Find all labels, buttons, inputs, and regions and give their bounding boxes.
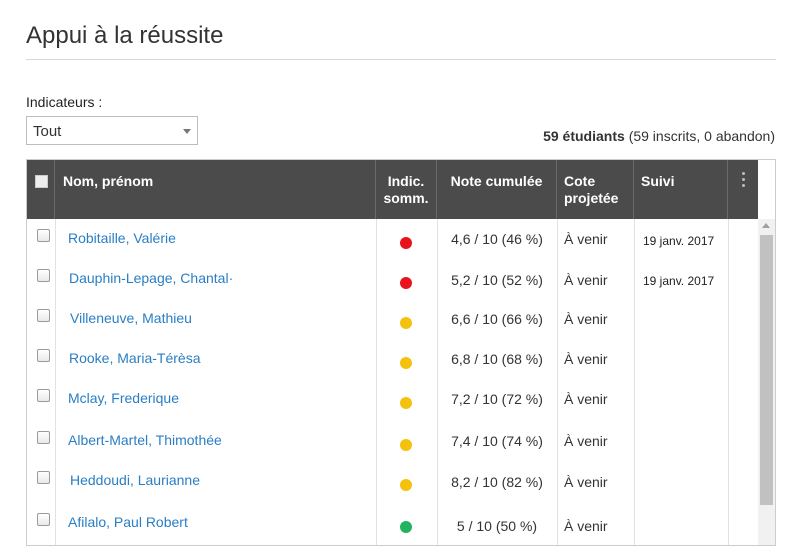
table-row: Albert-Martel, Thimothée 7,4 / 10 (74 %) À… — [27, 421, 758, 461]
header-suivi[interactable]: Suivi — [634, 160, 728, 219]
scrollbar-thumb[interactable] — [760, 235, 773, 505]
row-checkbox[interactable] — [37, 269, 50, 282]
student-name-link[interactable]: Albert-Martel, Thimothée — [68, 432, 222, 448]
student-name-link[interactable]: Villeneuve, Mathieu — [70, 310, 192, 326]
cumulative-grade: 4,6 / 10 (46 %) — [451, 231, 543, 247]
table-row: Rooke, Maria-Térèsa 6,8 / 10 (68 %) À veni… — [27, 339, 758, 379]
projected-grade: À venir — [564, 311, 608, 327]
header-indicator-line1: Indic. — [387, 173, 425, 189]
projected-grade: À venir — [564, 351, 608, 367]
header-cote[interactable]: Cote projetée — [557, 160, 634, 219]
table-row: Robitaille, Valérie 4,6 / 10 (46 %) À veni… — [27, 219, 758, 259]
vertical-scrollbar[interactable] — [758, 219, 775, 545]
projected-grade: À venir — [564, 433, 608, 449]
projected-grade: À venir — [564, 231, 608, 247]
header-indicator[interactable]: Indic. somm. — [376, 160, 437, 219]
table-row: Mclay, Frederique 7,2 / 10 (72 %) À venir — [27, 379, 758, 419]
follow-up-date: 19 janv. 2017 — [643, 234, 715, 248]
title-divider — [26, 59, 776, 60]
students-table: Nom, prénom Indic. somm. Note cumulée Co… — [26, 159, 776, 546]
cumulative-grade: 7,4 / 10 (74 %) — [451, 433, 543, 449]
page-title: Appui à la réussite — [26, 22, 224, 49]
table-row: Villeneuve, Mathieu 6,6 / 10 (66 %) À veni… — [27, 299, 758, 339]
table-header: Nom, prénom Indic. somm. Note cumulée Co… — [27, 160, 758, 219]
column-menu-button[interactable] — [728, 160, 758, 219]
table-row: Dauphin-Lepage, Chantal· 5,2 / 10 (52 %) À… — [27, 259, 758, 299]
header-select-all — [27, 160, 55, 219]
indicator-dot — [400, 277, 412, 289]
projected-grade: À venir — [564, 391, 608, 407]
cumulative-grade: 5 / 10 (50 %) — [456, 518, 538, 534]
row-checkbox[interactable] — [37, 471, 50, 484]
student-count-detail: (59 inscrits, 0 abandon) — [628, 128, 775, 144]
table-row: Heddoudi, Laurianne 8,2 / 10 (82 %) À veni… — [27, 461, 758, 501]
cumulative-grade: 8,2 / 10 (82 %) — [451, 474, 543, 490]
cumulative-grade: 6,6 / 10 (66 %) — [451, 311, 543, 327]
row-checkbox[interactable] — [37, 431, 50, 444]
student-name-link[interactable]: Mclay, Frederique — [68, 390, 179, 406]
row-checkbox[interactable] — [37, 309, 50, 322]
follow-up-date: 19 janv. 2017 — [643, 274, 715, 288]
table-row: Afilalo, Paul Robert 5 / 10 (50 %) À venir — [27, 503, 758, 543]
indicator-dot — [400, 521, 412, 533]
more-vertical-icon[interactable] — [742, 172, 745, 190]
indicators-label: Indicateurs : — [26, 94, 103, 110]
header-cote-line2: projetée — [564, 190, 619, 206]
row-checkbox[interactable] — [37, 389, 50, 402]
cumulative-grade: 6,8 / 10 (68 %) — [451, 351, 543, 367]
indicator-dot — [400, 439, 412, 451]
cumulative-grade: 7,2 / 10 (72 %) — [451, 391, 543, 407]
student-summary: 59 étudiants (59 inscrits, 0 abandon) — [543, 128, 775, 144]
student-name-link[interactable]: Robitaille, Valérie — [68, 230, 176, 246]
header-cote-line1: Cote — [564, 173, 596, 189]
select-all-checkbox[interactable] — [35, 175, 48, 188]
student-name-link[interactable]: Heddoudi, Laurianne — [70, 472, 200, 488]
indicators-selected-value: Tout — [33, 123, 62, 140]
student-name-link[interactable]: Afilalo, Paul Robert — [68, 514, 188, 530]
indicator-dot — [400, 479, 412, 491]
projected-grade: À venir — [564, 518, 608, 534]
student-name-link[interactable]: Dauphin-Lepage, Chantal· — [69, 270, 233, 286]
indicator-dot — [400, 237, 412, 249]
projected-grade: À venir — [564, 272, 608, 288]
header-name[interactable]: Nom, prénom — [55, 160, 376, 219]
indicator-dot — [400, 397, 412, 409]
student-count: 59 étudiants — [543, 128, 625, 144]
projected-grade: À venir — [564, 474, 608, 490]
row-checkbox[interactable] — [37, 229, 50, 242]
scroll-up-arrow-icon[interactable] — [762, 223, 770, 228]
indicator-dot — [400, 317, 412, 329]
student-name-link[interactable]: Rooke, Maria-Térèsa — [69, 350, 201, 366]
chevron-down-icon[interactable] — [183, 129, 191, 134]
header-note[interactable]: Note cumulée — [437, 160, 557, 219]
indicator-dot — [400, 357, 412, 369]
header-indicator-line2: somm. — [383, 190, 429, 206]
row-checkbox[interactable] — [37, 513, 50, 526]
cumulative-grade: 5,2 / 10 (52 %) — [451, 272, 543, 288]
row-checkbox[interactable] — [37, 349, 50, 362]
indicators-select[interactable]: Tout — [26, 116, 198, 145]
